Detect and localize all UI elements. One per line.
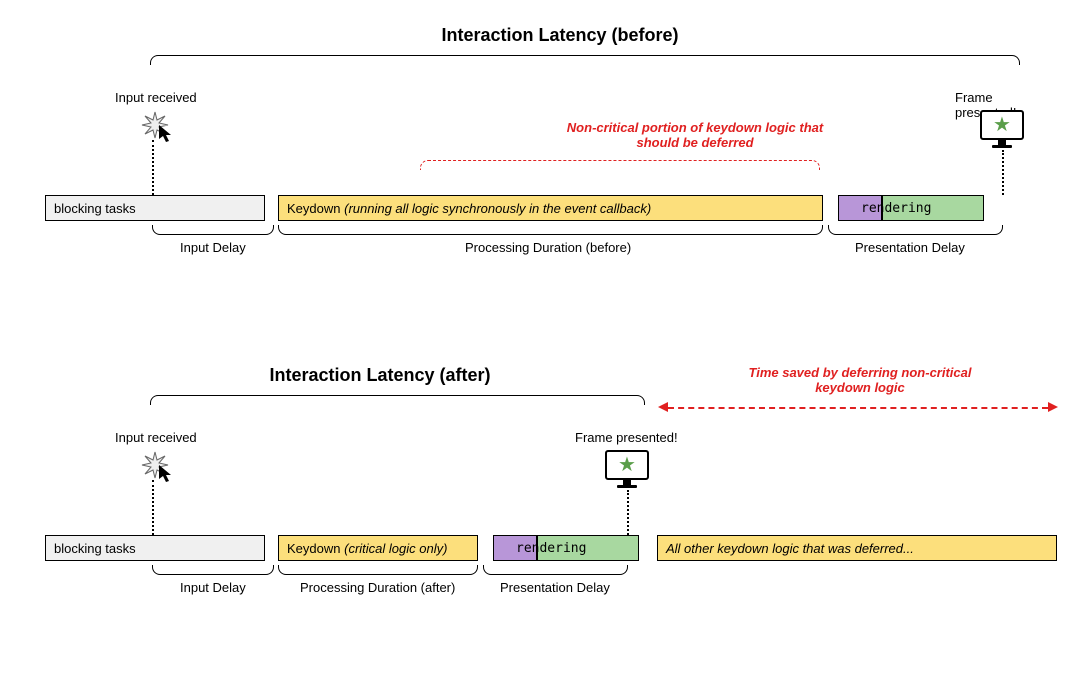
dotted-input-before [152, 140, 154, 195]
brace-input-delay-after [152, 565, 274, 575]
red-arrow-right-icon [1048, 402, 1058, 412]
brace-interaction-before [150, 55, 1020, 65]
red-brace-before [420, 160, 820, 170]
label-input-received-before: Input received [115, 90, 197, 105]
cursor-icon-before [158, 124, 174, 147]
monitor-icon-before: ★ [980, 110, 1024, 150]
cursor-icon-after [158, 464, 174, 487]
red-arrow-line [668, 407, 1048, 409]
label-input-received-after: Input received [115, 430, 197, 445]
bar-blocking-after: blocking tasks [45, 535, 265, 561]
brace-presentation-before [828, 225, 1003, 235]
bar-keydown-before: Keydown (running all logic synchronously… [278, 195, 823, 221]
red-time-saved: Time saved by deferring non-critical key… [740, 365, 980, 395]
red-arrow-left-icon [658, 402, 668, 412]
bar-deferred-after: All other keydown logic that was deferre… [657, 535, 1057, 561]
bar-blocking-before: blocking tasks [45, 195, 265, 221]
title-before: Interaction Latency (before) [400, 25, 720, 46]
label-presentation-before: Presentation Delay [855, 240, 965, 255]
brace-interaction-after [150, 395, 645, 405]
bar-keydown-after: Keydown (critical logic only) [278, 535, 478, 561]
label-processing-before: Processing Duration (before) [465, 240, 631, 255]
brace-processing-after [278, 565, 478, 575]
brace-presentation-after [483, 565, 628, 575]
brace-input-delay-before [152, 225, 274, 235]
label-frame-presented-after: Frame presented! [575, 430, 678, 445]
label-presentation-after: Presentation Delay [500, 580, 610, 595]
label-input-delay-before: Input Delay [180, 240, 246, 255]
bar-render-green-before: rendering [882, 195, 984, 221]
label-input-delay-after: Input Delay [180, 580, 246, 595]
title-after: Interaction Latency (after) [230, 365, 530, 386]
label-processing-after: Processing Duration (after) [300, 580, 455, 595]
dotted-input-after [152, 480, 154, 535]
star-icon-after: ★ [618, 455, 636, 475]
brace-processing-before [278, 225, 823, 235]
monitor-icon-after: ★ [605, 450, 649, 490]
dotted-frame-before [1002, 150, 1004, 195]
star-icon: ★ [993, 115, 1011, 135]
dotted-frame-after [627, 490, 629, 535]
bar-render-green-after: rendering [537, 535, 639, 561]
red-note-before: Non-critical portion of keydown logic th… [550, 120, 840, 150]
